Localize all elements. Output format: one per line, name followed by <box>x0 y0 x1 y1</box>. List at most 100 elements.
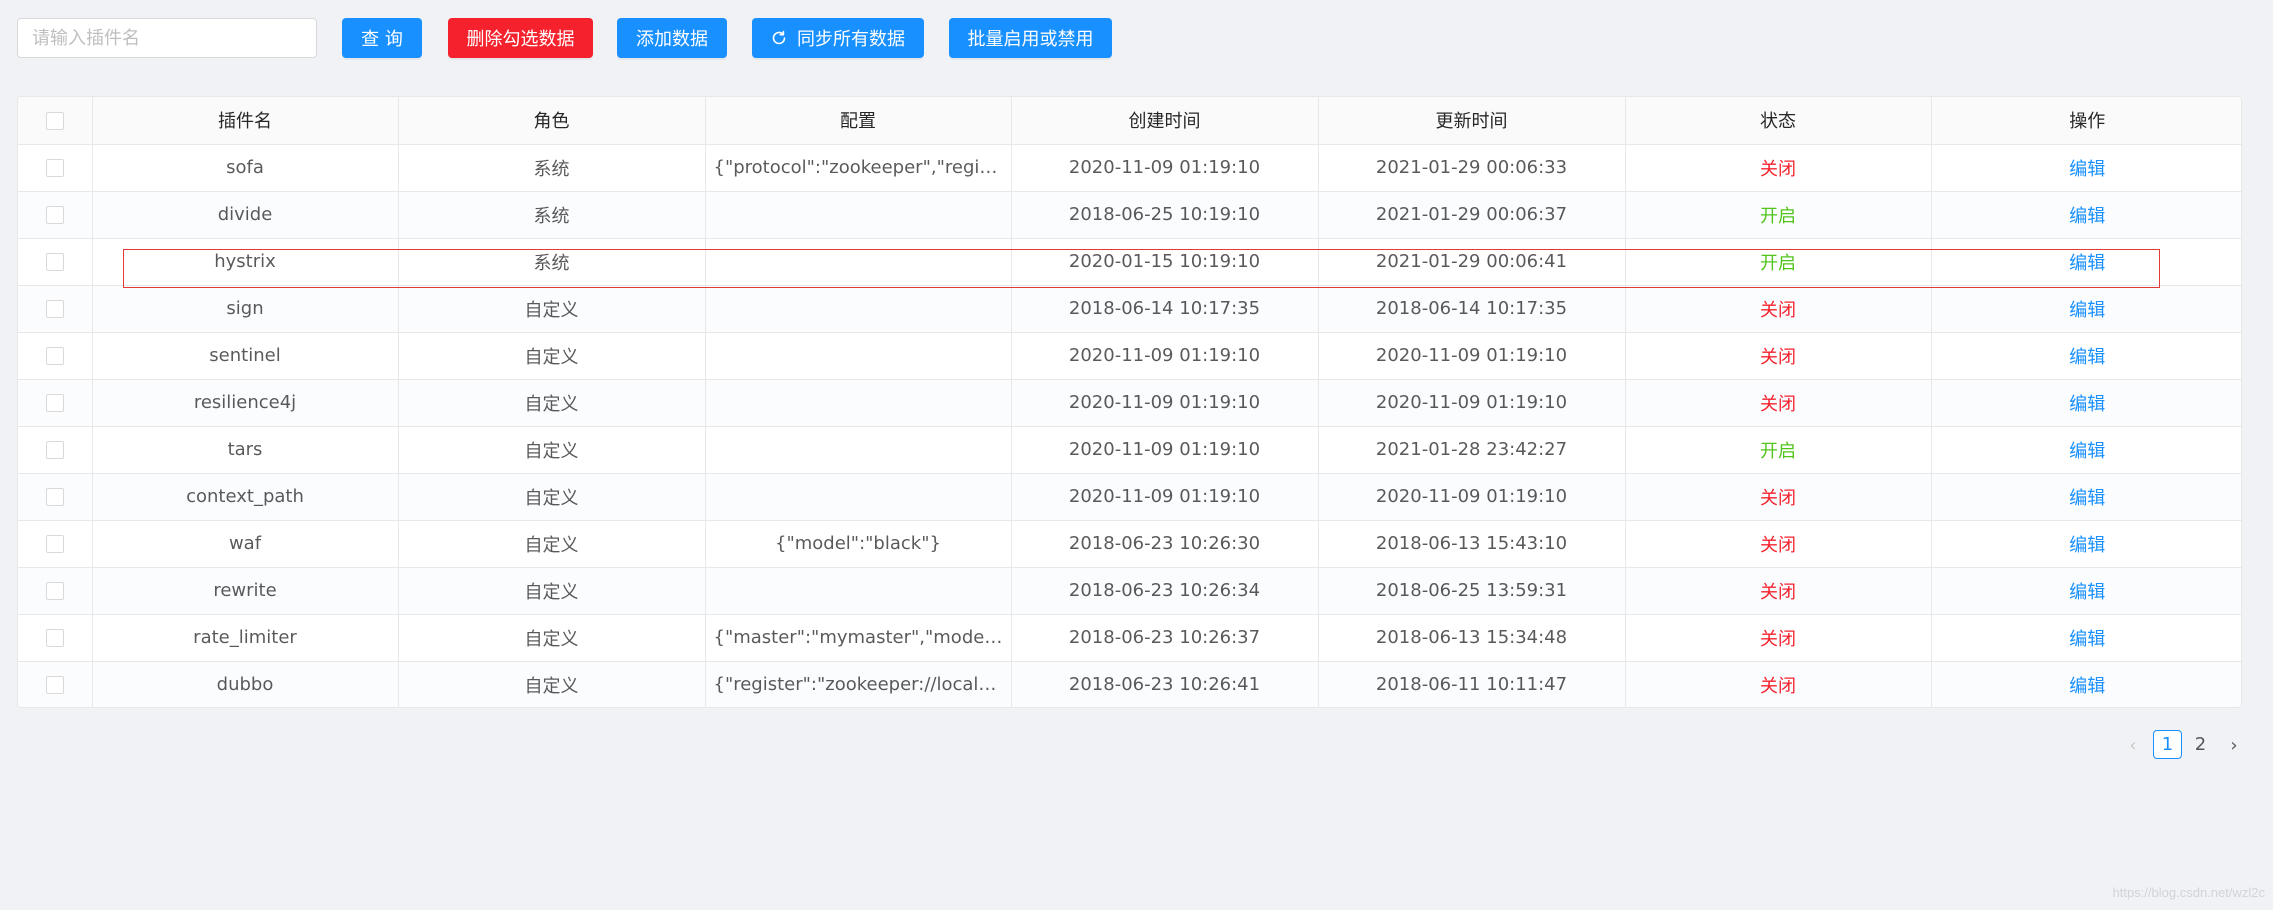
action-cell: 编辑 <box>1931 426 2241 474</box>
config-cell <box>705 285 1012 333</box>
config-cell: {"protocol":"zookeeper","register":"... <box>705 144 1012 192</box>
edit-link[interactable]: 编辑 <box>2069 441 2105 462</box>
config-cell <box>705 332 1012 380</box>
row-checkbox[interactable] <box>45 488 64 506</box>
edit-link[interactable]: 编辑 <box>2069 582 2105 603</box>
role-cell: 自定义 <box>398 379 706 427</box>
table-row: resilience4j 自定义 2020-11-09 01:19:10 2020-1… <box>18 379 2241 427</box>
created-time-cell: 2018-06-23 10:26:30 <box>1011 520 1319 568</box>
updated-time-cell: 2021-01-28 23:42:27 <box>1318 426 1626 474</box>
row-checkbox[interactable] <box>45 394 64 412</box>
sync-all-label: 同步所有数据 <box>797 29 905 50</box>
edit-link[interactable]: 编辑 <box>2069 676 2105 697</box>
plugin-name-cell: resilience4j <box>92 379 399 427</box>
row-checkbox[interactable] <box>45 300 64 318</box>
plugin-name-cell: context_path <box>92 473 399 521</box>
config-cell: {"register":"zookeeper://localhost:2... <box>705 661 1012 707</box>
role-cell: 系统 <box>398 144 706 192</box>
row-checkbox[interactable] <box>45 206 64 224</box>
plugin-name-cell: waf <box>92 520 399 568</box>
role-cell: 系统 <box>398 238 706 286</box>
role-cell: 自定义 <box>398 285 706 333</box>
row-checkbox[interactable] <box>45 347 64 365</box>
row-checkbox[interactable] <box>45 253 64 271</box>
edit-link[interactable]: 编辑 <box>2069 159 2105 180</box>
table-row: rewrite 自定义 2018-06-23 10:26:34 2018-06-25 … <box>18 567 2241 615</box>
row-checkbox[interactable] <box>45 441 64 459</box>
action-cell: 编辑 <box>1931 238 2241 286</box>
updated-time-cell: 2018-06-25 13:59:31 <box>1318 567 1626 615</box>
column-header-config: 配置 <box>705 97 1012 145</box>
action-cell: 编辑 <box>1931 144 2241 192</box>
column-header-actions: 操作 <box>1931 97 2241 145</box>
column-header-role: 角色 <box>398 97 706 145</box>
batch-enable-disable-button[interactable]: 批量启用或禁用 <box>949 18 1112 58</box>
config-cell <box>705 191 1012 239</box>
sync-icon <box>771 30 787 46</box>
select-all-checkbox[interactable] <box>45 111 64 130</box>
config-cell <box>705 426 1012 474</box>
column-header-name: 插件名 <box>92 97 399 145</box>
created-time-cell: 2018-06-25 10:19:10 <box>1011 191 1319 239</box>
row-select-cell <box>18 426 93 474</box>
row-select-cell <box>18 661 93 707</box>
config-cell <box>705 473 1012 521</box>
add-data-button[interactable]: 添加数据 <box>617 18 727 58</box>
query-button[interactable]: 查 询 <box>342 18 422 58</box>
table-row: dubbo 自定义 {"register":"zookeeper://localho… <box>18 661 2241 707</box>
delete-selected-button[interactable]: 删除勾选数据 <box>448 18 593 58</box>
page-2-button[interactable]: 2 <box>2186 730 2215 759</box>
action-cell: 编辑 <box>1931 285 2241 333</box>
row-select-cell <box>18 191 93 239</box>
edit-link[interactable]: 编辑 <box>2069 206 2105 227</box>
updated-time-cell: 2018-06-11 10:11:47 <box>1318 661 1626 707</box>
action-cell: 编辑 <box>1931 473 2241 521</box>
prev-page-button[interactable]: ‹ <box>2120 732 2146 758</box>
page-1-button[interactable]: 1 <box>2153 730 2182 759</box>
edit-link[interactable]: 编辑 <box>2069 629 2105 650</box>
column-header-updated: 更新时间 <box>1318 97 1626 145</box>
status-cell: 关闭 <box>1625 614 1932 662</box>
updated-time-cell: 2021-01-29 00:06:41 <box>1318 238 1626 286</box>
status-cell: 关闭 <box>1625 661 1932 707</box>
edit-link[interactable]: 编辑 <box>2069 300 2105 321</box>
row-checkbox[interactable] <box>45 582 64 600</box>
edit-link[interactable]: 编辑 <box>2069 394 2105 415</box>
row-select-cell <box>18 520 93 568</box>
row-select-cell <box>18 567 93 615</box>
row-checkbox[interactable] <box>45 159 64 177</box>
plugin-name-search-input[interactable] <box>17 18 317 58</box>
action-cell: 编辑 <box>1931 614 2241 662</box>
config-cell <box>705 567 1012 615</box>
action-cell: 编辑 <box>1931 520 2241 568</box>
edit-link[interactable]: 编辑 <box>2069 488 2105 509</box>
status-cell: 关闭 <box>1625 285 1932 333</box>
action-cell: 编辑 <box>1931 332 2241 380</box>
role-cell: 自定义 <box>398 426 706 474</box>
edit-link[interactable]: 编辑 <box>2069 535 2105 556</box>
status-cell: 关闭 <box>1625 567 1932 615</box>
action-cell: 编辑 <box>1931 379 2241 427</box>
status-cell: 开启 <box>1625 238 1932 286</box>
edit-link[interactable]: 编辑 <box>2069 347 2105 368</box>
created-time-cell: 2020-01-15 10:19:10 <box>1011 238 1319 286</box>
watermark: https://blog.csdn.net/wzl2c <box>2112 885 2265 900</box>
edit-link[interactable]: 编辑 <box>2069 253 2105 274</box>
config-cell <box>705 238 1012 286</box>
row-checkbox[interactable] <box>45 676 64 695</box>
status-cell: 关闭 <box>1625 473 1932 521</box>
created-time-cell: 2020-11-09 01:19:10 <box>1011 379 1319 427</box>
column-header-created: 创建时间 <box>1011 97 1319 145</box>
role-cell: 自定义 <box>398 473 706 521</box>
plugin-name-cell: sentinel <box>92 332 399 380</box>
row-checkbox[interactable] <box>45 535 64 553</box>
status-cell: 开启 <box>1625 426 1932 474</box>
role-cell: 自定义 <box>398 614 706 662</box>
row-checkbox[interactable] <box>45 629 64 647</box>
row-select-cell <box>18 473 93 521</box>
sync-all-button[interactable]: 同步所有数据 <box>752 18 924 58</box>
next-page-button[interactable]: › <box>2221 732 2247 758</box>
row-select-cell <box>18 332 93 380</box>
table-row: context_path 自定义 2020-11-09 01:19:10 2020-1… <box>18 473 2241 521</box>
row-select-cell <box>18 285 93 333</box>
